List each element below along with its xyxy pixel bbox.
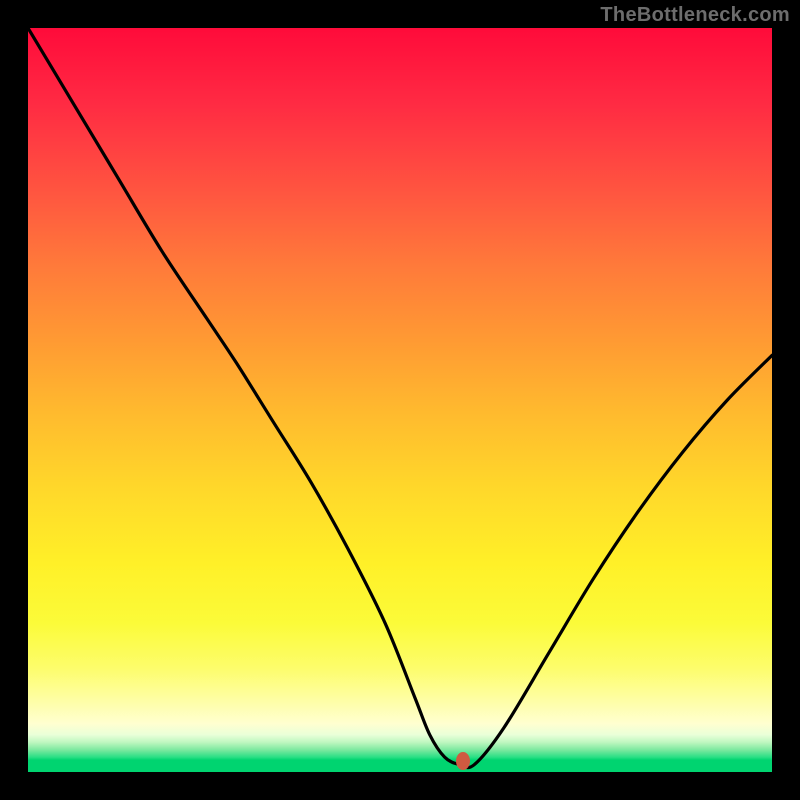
- bottleneck-curve-path: [28, 28, 772, 768]
- plot-area: [28, 28, 772, 772]
- watermark-text: TheBottleneck.com: [600, 4, 790, 27]
- minimum-marker: [456, 752, 470, 770]
- chart-frame: TheBottleneck.com: [0, 0, 800, 800]
- curve-svg: [28, 28, 772, 772]
